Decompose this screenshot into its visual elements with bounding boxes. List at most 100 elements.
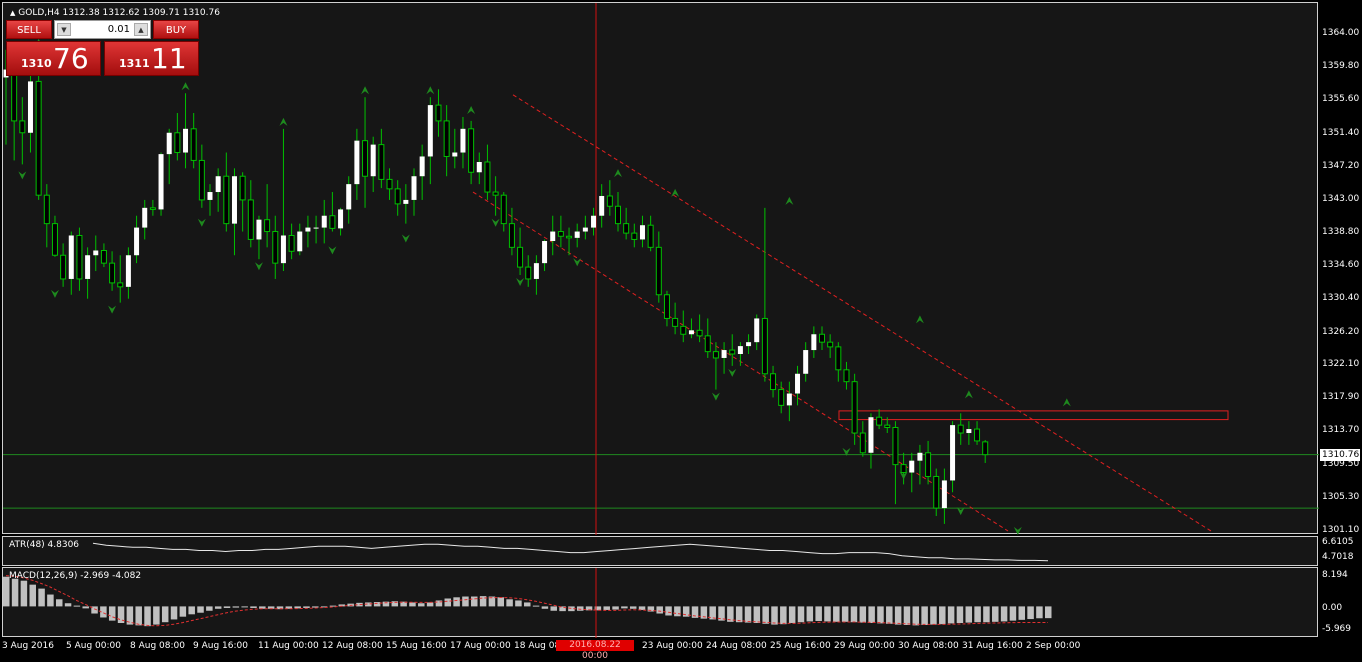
buy-price-prefix: 1311 (119, 57, 150, 70)
macd-histogram-bar (824, 606, 831, 622)
candle-body (460, 128, 466, 153)
macd-histogram-bar (153, 606, 160, 625)
fractal-up-arrow (361, 86, 370, 95)
macd-histogram-bar (815, 606, 822, 622)
macd-histogram-bar (206, 606, 213, 611)
candle-body (599, 195, 605, 216)
macd-histogram-bar (550, 606, 557, 611)
lot-increase-arrow-icon[interactable]: ▲ (134, 23, 148, 36)
macd-histogram-bar (939, 606, 946, 625)
time-axis-label: 11 Aug 00:00 (258, 641, 319, 651)
candle-body (305, 227, 311, 232)
candle-body (761, 317, 768, 375)
candle-body (835, 346, 842, 371)
lot-size-value[interactable]: 0.01 (75, 23, 130, 36)
macd-histogram-bar (38, 588, 45, 607)
time-axis-label: 24 Aug 08:00 (706, 641, 767, 651)
price-axis-label: 1338.80 (1322, 227, 1360, 238)
candle-body (313, 227, 319, 229)
fractal-up-arrow (279, 117, 288, 126)
candle-body (288, 234, 295, 252)
candle-body (378, 144, 385, 180)
candle-body (297, 231, 303, 252)
macd-histogram-bar (241, 606, 248, 608)
candle-body (142, 207, 148, 228)
macd-axis-label: -5.969 (1322, 624, 1352, 634)
macd-histogram-bar (179, 606, 187, 617)
candle-body (215, 176, 221, 193)
candle-body (803, 350, 809, 374)
macd-canvas (3, 568, 1052, 638)
price-axis-label: 1330.40 (1322, 293, 1360, 304)
macd-histogram-bar (108, 606, 116, 621)
buy-quote[interactable]: 1311 11 (104, 41, 199, 76)
candle-body (892, 426, 899, 466)
time-axis-label: 17 Aug 00:00 (450, 641, 511, 651)
lot-size-field[interactable]: ▼ 0.01 ▲ (54, 20, 151, 39)
macd-histogram-bar (453, 597, 460, 607)
candle-body (557, 231, 564, 237)
macd-histogram-bar (232, 606, 240, 608)
candle-body (876, 416, 883, 426)
candle-body (729, 349, 736, 355)
candle-body (484, 161, 491, 193)
macd-histogram-bar (47, 594, 54, 607)
sell-button[interactable]: SELL (6, 20, 52, 39)
candle-body (900, 464, 907, 474)
candle-body (346, 184, 352, 210)
price-chart[interactable]: ▲ GOLD,H4 1312.38 1312.62 1309.71 1310.7… (2, 2, 1319, 535)
atr-indicator-pane[interactable]: ATR(48) 4.8306 (2, 536, 1318, 566)
price-axis-label: 1347.20 (1322, 160, 1360, 171)
macd-histogram-bar (947, 606, 955, 624)
atr-axis-label: 4.7018 (1322, 552, 1354, 562)
macd-histogram-bar (974, 606, 981, 623)
macd-histogram-bar (621, 606, 628, 609)
macd-histogram-bar (135, 606, 142, 626)
candle-body (974, 428, 981, 442)
macd-title: MACD(12,26,9) -2.969 -4.082 (9, 571, 142, 581)
candle-body (468, 128, 475, 173)
macd-histogram-bar (1018, 606, 1026, 620)
macd-histogram-bar (426, 602, 434, 607)
candle-body (827, 341, 834, 348)
fractal-down-arrow (728, 368, 737, 377)
macd-axis-label: 8.194 (1322, 570, 1348, 580)
candle-body (60, 254, 67, 280)
macd-histogram-bar (73, 605, 81, 607)
time-axis-label: 8 Aug 08:00 (130, 641, 185, 651)
price-axis-label: 1326.20 (1322, 326, 1360, 337)
buy-button[interactable]: BUY (153, 20, 199, 39)
candle-body (843, 369, 850, 383)
price-axis-label: 1359.80 (1322, 61, 1360, 72)
candle-body (386, 178, 393, 190)
price-axis-label: 1313.70 (1322, 425, 1360, 436)
candle-body (183, 128, 189, 153)
candle-body (403, 199, 409, 204)
candle-body (500, 194, 507, 225)
macd-histogram-bar (841, 606, 849, 622)
macd-histogram-bar (762, 606, 769, 624)
candle-body (925, 452, 932, 477)
candle-body (27, 81, 33, 133)
price-chart-canvas[interactable] (3, 3, 1319, 535)
candle-body (207, 192, 213, 200)
macd-histogram-bar (629, 606, 637, 609)
triangle-up-icon[interactable]: ▲ (10, 9, 15, 17)
chart-title: ▲ GOLD,H4 1312.38 1312.62 1309.71 1310.7… (10, 8, 220, 18)
sell-quote[interactable]: 1310 76 (6, 41, 101, 76)
fractal-down-arrow (401, 234, 410, 243)
candle-body (109, 262, 116, 284)
price-axis-label: 1355.60 (1322, 94, 1360, 105)
macd-histogram-bar (1009, 606, 1017, 621)
macd-histogram-bar (541, 606, 549, 609)
lot-decrease-arrow-icon[interactable]: ▼ (57, 23, 71, 36)
atr-line (92, 542, 1049, 562)
candle-body (190, 128, 197, 161)
fractal-up-arrow (915, 315, 924, 324)
macd-histogram-bar (170, 606, 178, 620)
candle-body (933, 475, 940, 509)
candle-body (770, 373, 777, 391)
time-axis-label: 2 Sep 00:00 (1026, 641, 1081, 651)
resistance-zone-rect (838, 410, 1229, 421)
macd-indicator-pane[interactable]: MACD(12,26,9) -2.969 -4.082 (2, 567, 1318, 638)
